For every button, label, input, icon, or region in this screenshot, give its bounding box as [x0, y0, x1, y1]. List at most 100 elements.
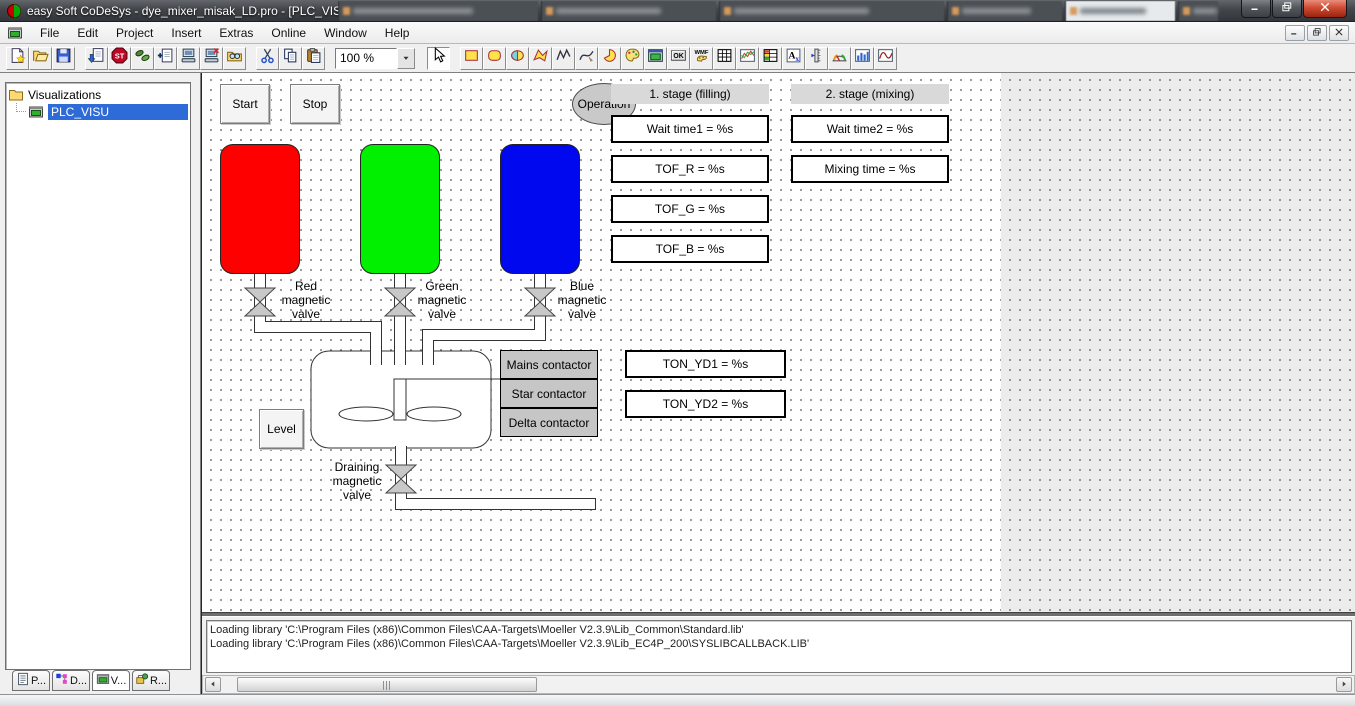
bitmap-button[interactable]: [621, 47, 644, 70]
zoom-combobox[interactable]: 100 %: [335, 48, 415, 69]
close-button[interactable]: [1303, 0, 1347, 18]
save-file-button[interactable]: [52, 47, 75, 70]
tab-label: R...: [150, 675, 167, 687]
mdi-restore-button[interactable]: [1307, 25, 1327, 41]
mdi-minimize-button[interactable]: [1285, 25, 1305, 41]
horizontal-scrollbar[interactable]: [202, 675, 1355, 694]
scroll-right-icon: [1339, 676, 1349, 694]
polyline-icon: [555, 47, 572, 69]
document-window-icon[interactable]: [7, 25, 23, 41]
svg-text:ST: ST: [115, 52, 125, 61]
start-button[interactable]: Start: [220, 84, 270, 124]
menu-online[interactable]: Online: [262, 23, 315, 43]
tab-resources[interactable]: R...: [132, 670, 170, 691]
stop-button[interactable]: Stop: [290, 84, 340, 124]
visualization-canvas[interactable]: Start Stop Operation Level 1. stage (fil…: [202, 73, 1355, 612]
histogram-button[interactable]: [851, 47, 874, 70]
new-file-button[interactable]: [6, 47, 29, 70]
run-button[interactable]: [131, 47, 154, 70]
tab-pou[interactable]: P...: [12, 670, 50, 691]
cut-button[interactable]: [256, 47, 279, 70]
pointer-button[interactable]: [427, 47, 450, 70]
logout-button[interactable]: [200, 47, 223, 70]
bar-display-button[interactable]: [805, 47, 828, 70]
menu-edit[interactable]: Edit: [68, 23, 107, 43]
green-tank[interactable]: [360, 144, 440, 274]
mixer-blade-left[interactable]: [339, 407, 393, 421]
timer-display[interactable]: TOF_R = %s: [611, 155, 769, 183]
timer-display[interactable]: Mixing time = %s: [791, 155, 949, 183]
zoom-value[interactable]: 100 %: [335, 48, 397, 69]
canvas-offpage-area: [1001, 73, 1355, 612]
tree-item-plc-visu[interactable]: PLC_VISU: [16, 103, 188, 120]
menu-window[interactable]: Window: [315, 23, 376, 43]
timer-display[interactable]: Wait time2 = %s: [791, 115, 949, 143]
draining-valve-label[interactable]: Drainingmagneticvalve: [317, 460, 397, 502]
menu-help[interactable]: Help: [376, 23, 419, 43]
wmf-button[interactable]: WMF: [690, 47, 713, 70]
star-contactor[interactable]: Star contactor: [500, 379, 598, 408]
drain-pipe[interactable]: [401, 446, 596, 504]
text-field-button[interactable]: Ax: [782, 47, 805, 70]
timer-display[interactable]: TOF_G = %s: [611, 195, 769, 223]
timer-display[interactable]: Wait time1 = %s: [611, 115, 769, 143]
button-ok-button[interactable]: OK: [667, 47, 690, 70]
tab-data-types[interactable]: D...: [52, 670, 90, 691]
delta-contactor[interactable]: Delta contactor: [500, 408, 598, 437]
polyline-button[interactable]: [552, 47, 575, 70]
stage-header-1[interactable]: 1. stage (filling): [611, 84, 769, 104]
stop-st-button[interactable]: ST: [108, 47, 131, 70]
timer-display[interactable]: TOF_B = %s: [611, 235, 769, 263]
trend-button[interactable]: [736, 47, 759, 70]
search-global-button[interactable]: [223, 47, 246, 70]
table-button[interactable]: [713, 47, 736, 70]
trend-curve-button[interactable]: [874, 47, 897, 70]
svg-text:x: x: [795, 54, 799, 63]
blue-valve-label[interactable]: Bluemagneticvalve: [542, 279, 622, 321]
curve-button[interactable]: [575, 47, 598, 70]
scroll-left-button[interactable]: [205, 677, 221, 692]
sidebar: Visualizations PLC_VISU P...D...V... R...: [0, 73, 201, 694]
message-log[interactable]: Loading library 'C:\Program Files (x86)\…: [206, 620, 1352, 673]
visualization-button[interactable]: [644, 47, 667, 70]
download-button[interactable]: [85, 47, 108, 70]
add-object-button[interactable]: [154, 47, 177, 70]
red-tank[interactable]: [220, 144, 300, 274]
login-button[interactable]: [177, 47, 200, 70]
mains-contactor[interactable]: Mains contactor: [500, 350, 598, 379]
zoom-dropdown-button[interactable]: [397, 48, 415, 69]
meter-button[interactable]: [828, 47, 851, 70]
mixer-blade-right[interactable]: [407, 407, 461, 421]
tab-tree-visu[interactable]: V...: [92, 670, 130, 691]
app-icon: [6, 3, 22, 19]
visualizations-tree[interactable]: Visualizations PLC_VISU: [5, 82, 191, 670]
menu-file[interactable]: File: [31, 23, 68, 43]
stage-header-2[interactable]: 2. stage (mixing): [791, 84, 949, 104]
rectangle-button[interactable]: [460, 47, 483, 70]
polygon-button[interactable]: [529, 47, 552, 70]
red-valve-label[interactable]: Redmagneticvalve: [266, 279, 346, 321]
scroll-right-button[interactable]: [1336, 677, 1352, 692]
scrollbar-thumb[interactable]: [237, 677, 537, 692]
tree-root-visualizations[interactable]: Visualizations: [8, 86, 188, 103]
open-file-button[interactable]: [29, 47, 52, 70]
pie-button[interactable]: [598, 47, 621, 70]
timer-display[interactable]: TON_YD1 = %s: [625, 350, 786, 378]
ellipse-button[interactable]: [506, 47, 529, 70]
mixer-shaft[interactable]: [394, 379, 406, 420]
blue-tank[interactable]: [500, 144, 580, 274]
green-valve-label[interactable]: Greenmagneticvalve: [402, 279, 482, 321]
alarm-table-button[interactable]: [759, 47, 782, 70]
rounded-rectangle-button[interactable]: [483, 47, 506, 70]
timer-display[interactable]: TON_YD2 = %s: [625, 390, 786, 418]
minimize-button[interactable]: [1241, 0, 1271, 18]
mdi-close-button[interactable]: [1329, 25, 1349, 41]
copy-button[interactable]: [279, 47, 302, 70]
menu-extras[interactable]: Extras: [210, 23, 262, 43]
menu-project[interactable]: Project: [107, 23, 162, 43]
paste-button[interactable]: [302, 47, 325, 70]
restore-button[interactable]: [1272, 0, 1302, 18]
level-button[interactable]: Level: [259, 409, 304, 449]
bitmap-icon: [624, 47, 641, 69]
menu-insert[interactable]: Insert: [162, 23, 210, 43]
